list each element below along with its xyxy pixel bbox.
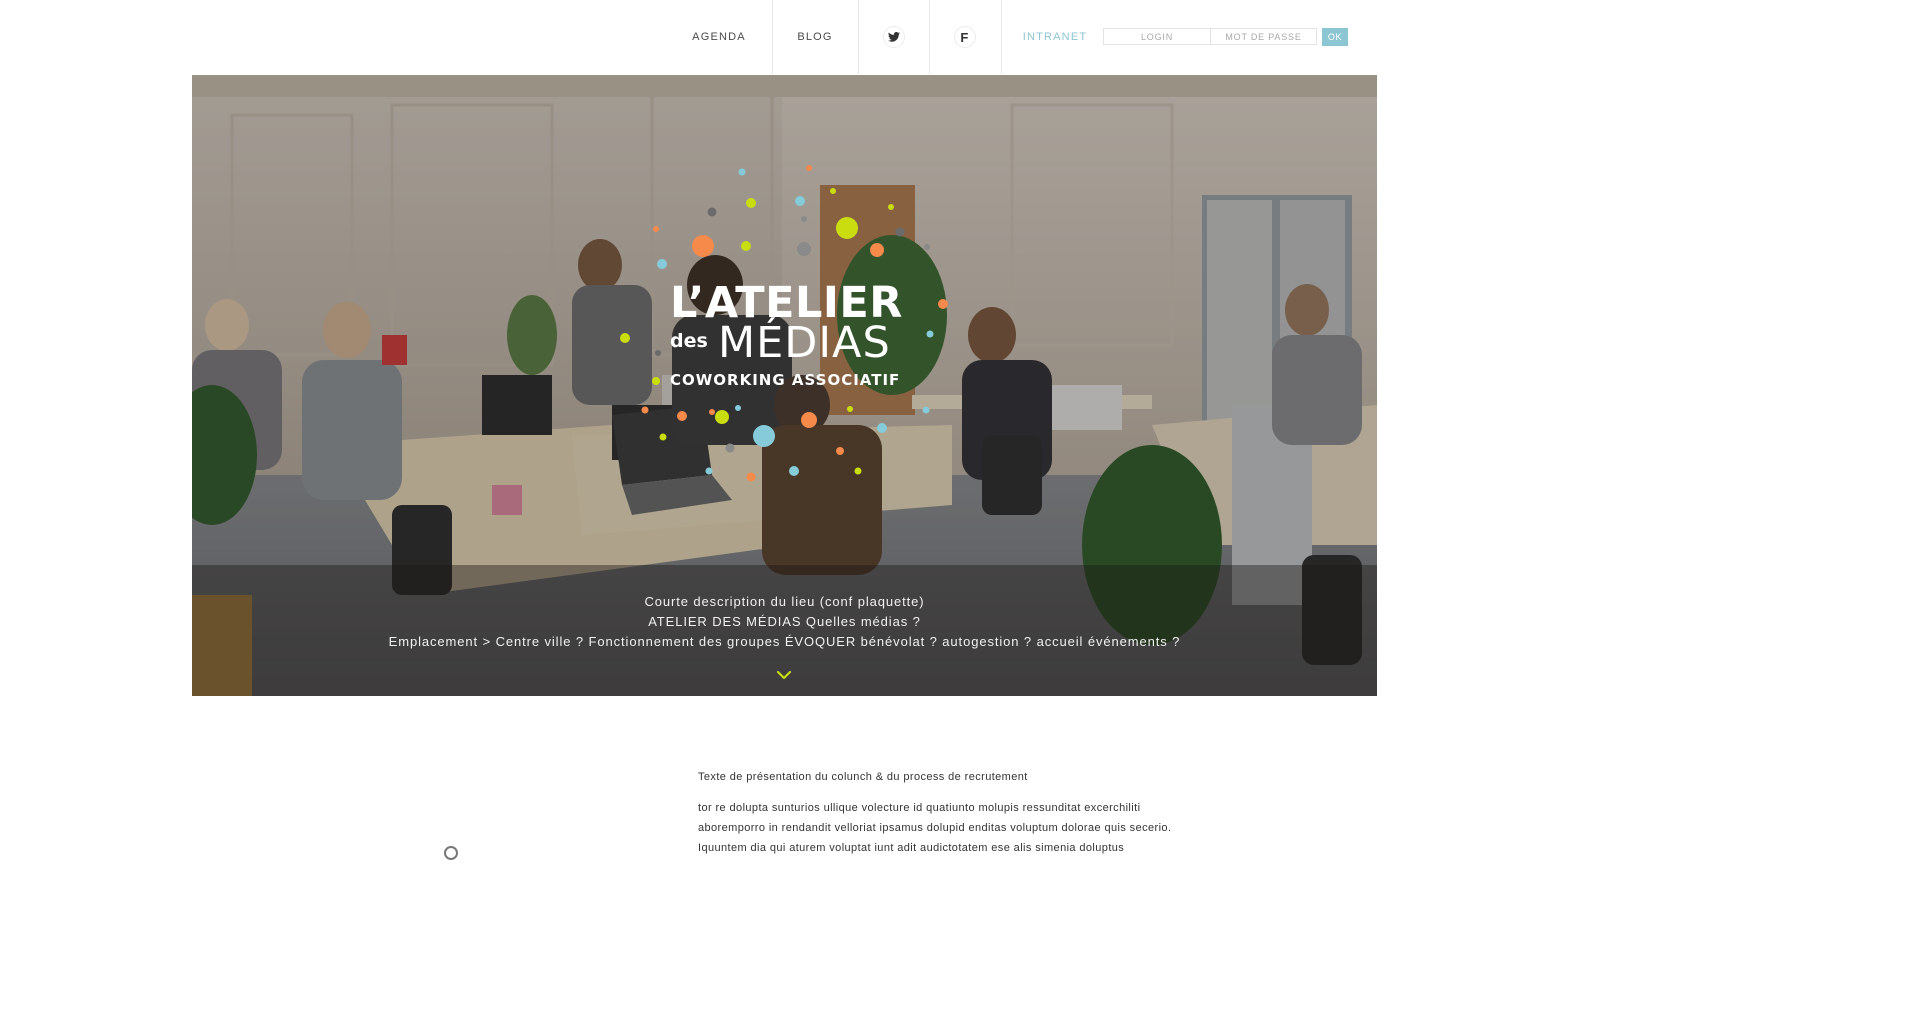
nav-agenda-link[interactable]: AGENDA xyxy=(676,0,762,74)
facebook-link[interactable]: f xyxy=(930,0,1000,74)
hero-line: Courte description du lieu (conf plaquet… xyxy=(644,594,925,609)
chevron-down-icon[interactable] xyxy=(775,669,793,681)
logo-des-word: des xyxy=(670,330,708,352)
section-icon xyxy=(444,846,458,860)
nav-intranet-link[interactable]: INTRANET xyxy=(1012,0,1098,74)
hero-banner: L’ATELIER des MÉDIAS COWORKING ASSOCIATI… xyxy=(192,75,1377,696)
nav-divider xyxy=(1001,0,1002,74)
paragraph-line: aboremporro in rendandit velloriat ipsam… xyxy=(698,822,1172,834)
nav-blog-link[interactable]: BLOG xyxy=(773,0,857,74)
hero-line: ATELIER DES MÉDIAS Quelles médias ? xyxy=(648,614,921,629)
paragraph-line: Iquuntem dia qui aturem voluptat iunt ad… xyxy=(698,842,1125,854)
logo-medias-word: MÉDIAS xyxy=(718,318,891,368)
twitter-icon xyxy=(883,26,905,48)
presentation-section: Texte de présentation du colunch & du pr… xyxy=(698,770,1218,858)
top-navigation: AGENDA BLOG f INTRANET LOGIN MOT DE PASS… xyxy=(0,0,1568,74)
login-ok-button[interactable]: OK xyxy=(1322,28,1348,46)
atelier-des-medias-logo: L’ATELIER des MÉDIAS COWORKING ASSOCIATI… xyxy=(670,282,930,397)
twitter-link[interactable] xyxy=(859,0,929,74)
presentation-title: Texte de présentation du colunch & du pr… xyxy=(698,771,1028,783)
presentation-paragraph: tor re dolupta sunturios ullique volectu… xyxy=(698,798,1218,858)
login-input[interactable]: LOGIN xyxy=(1103,28,1211,45)
hero-description: Courte description du lieu (conf plaquet… xyxy=(192,592,1377,652)
paragraph-line: tor re dolupta sunturios ullique volectu… xyxy=(698,802,1141,814)
logo-tagline: COWORKING ASSOCIATIF xyxy=(670,371,901,389)
password-input[interactable]: MOT DE PASSE xyxy=(1211,28,1317,45)
facebook-icon: f xyxy=(954,26,976,48)
hero-line: Emplacement > Centre ville ? Fonctionnem… xyxy=(388,634,1181,649)
